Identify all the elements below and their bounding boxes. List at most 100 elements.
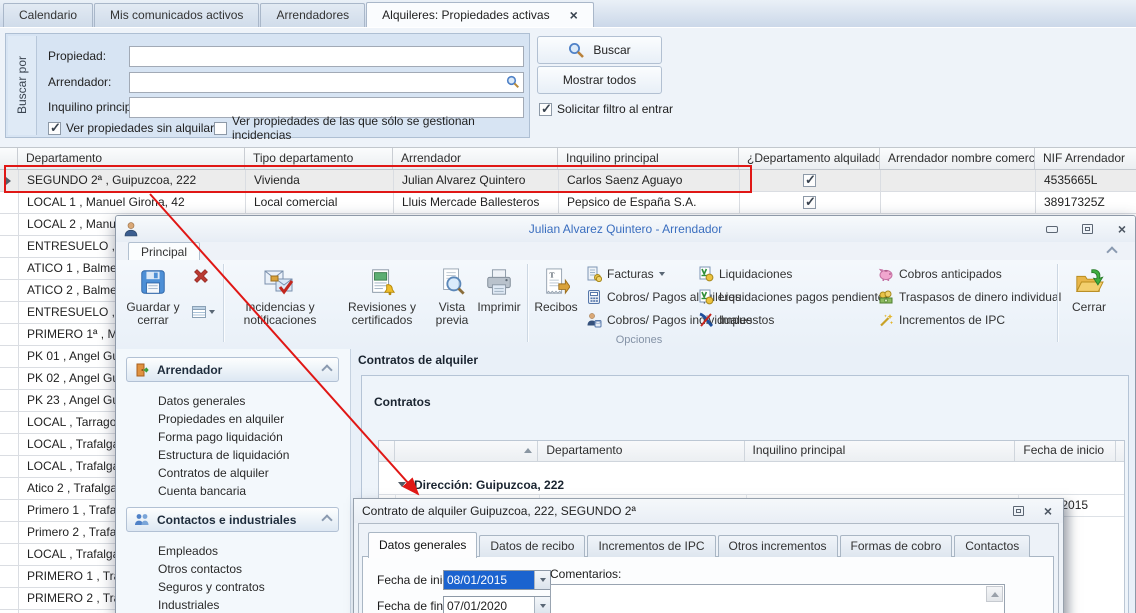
- dialog-close-button[interactable]: ×: [1040, 504, 1056, 518]
- tab-arrendadores[interactable]: Arrendadores: [260, 3, 366, 27]
- printer-icon: [484, 263, 514, 301]
- sidebar-item-estructura-de-liquidacion[interactable]: Estructura de liquidación: [158, 446, 289, 464]
- tab-calendario[interactable]: Calendario: [3, 3, 94, 27]
- ribbon-delete-button[interactable]: [184, 266, 218, 292]
- column-nif-arrendador[interactable]: NIF Arrendador: [1035, 148, 1136, 169]
- column-arrendador[interactable]: Arrendador: [393, 148, 558, 169]
- table-row[interactable]: LOCAL 1 , Manuel Girona, 42 Local comerc…: [0, 192, 1136, 214]
- collapse-ribbon-icon[interactable]: [1106, 246, 1118, 258]
- calculator-icon: [586, 289, 602, 305]
- ribbon-liquidaciones-pendientes-button[interactable]: Liquidaciones pagos pendientes: [698, 288, 890, 306]
- ribbon-incrementos-ipc-button[interactable]: Incrementos de IPC: [878, 311, 1005, 329]
- scroll-up-arrow-icon: [990, 591, 999, 597]
- ribbon-traspasos-button[interactable]: Traspasos de dinero individual: [878, 288, 1061, 306]
- tab-contactos[interactable]: Contactos: [954, 535, 1031, 557]
- checkbox-ver-sin-alquilar[interactable]: Ver propiedades sin alquilar: [48, 120, 214, 136]
- sidebar-item-forma-pago-liquidacion[interactable]: Forma pago liquidación: [158, 428, 283, 446]
- tab-otros-incrementos[interactable]: Otros incrementos: [717, 535, 838, 557]
- ribbon-cobros-anticipados-button[interactable]: Cobros anticipados: [878, 265, 1002, 283]
- tab-incrementos-de-ipc[interactable]: Incrementos de IPC: [587, 535, 716, 557]
- sidebar-item-empleados[interactable]: Empleados: [158, 542, 218, 560]
- dialog-title-bar[interactable]: Contrato de alquiler Guipuzcoa, 222, SEG…: [354, 499, 1063, 523]
- collapse-group-icon[interactable]: [398, 482, 406, 487]
- ribbon-vista-previa-button[interactable]: Vista previa: [428, 263, 476, 347]
- group-row-direccion[interactable]: Dirección: Guipuzcoa, 222: [379, 475, 1124, 495]
- dropdown-button[interactable]: [534, 571, 550, 589]
- ribbon-guardar-y-cerrar-button[interactable]: Guardar y cerrar: [125, 263, 181, 347]
- ribbon-facturas-button[interactable]: Facturas: [586, 265, 665, 283]
- dropdown-button[interactable]: [534, 597, 550, 613]
- properties-grid-header: Departamento Tipo departamento Arrendado…: [0, 147, 1136, 170]
- ribbon-recibos-button[interactable]: T Recibos: [530, 263, 582, 347]
- column-direccion[interactable]: [395, 441, 539, 461]
- window-title: Julian Alvarez Quintero - Arrendador: [528, 222, 723, 236]
- column-inquilino-principal[interactable]: Inquilino principal: [558, 148, 739, 169]
- collapse-group-icon[interactable]: [321, 363, 333, 376]
- fecha-fin-date-picker[interactable]: 07/01/2020: [443, 596, 551, 613]
- ribbon-liquidaciones-button[interactable]: Liquidaciones: [698, 265, 792, 283]
- revisions-certificates-icon: [367, 263, 397, 301]
- delete-x-icon: [191, 266, 211, 292]
- landlord-door-icon: [134, 362, 150, 378]
- mostrar-todos-button[interactable]: Mostrar todos: [537, 66, 662, 94]
- buscar-button[interactable]: Buscar: [537, 36, 662, 64]
- search-panel: Buscar por Propiedad: Arrendador: Inquil…: [5, 33, 530, 142]
- sidebar-item-industriales[interactable]: Industriales: [158, 596, 219, 613]
- dialog-restore-button[interactable]: [1010, 504, 1026, 518]
- sidebar-item-contratos-de-alquiler[interactable]: Contratos de alquiler: [158, 464, 269, 482]
- minimize-icon: [1046, 225, 1058, 233]
- ribbon-cerrar-button[interactable]: Cerrar: [1062, 263, 1116, 347]
- ribbon-view-dropdown-button[interactable]: [186, 302, 220, 322]
- sidebar-item-otros-contactos[interactable]: Otros contactos: [158, 560, 242, 578]
- navigation-sidebar: Arrendador Datos generales Propiedades e…: [116, 349, 351, 613]
- row-indicator-column: [0, 148, 18, 169]
- tab-mis-comunicados[interactable]: Mis comunicados activos: [94, 3, 260, 27]
- piggy-bank-icon: [878, 266, 894, 282]
- alquilado-checkbox[interactable]: [803, 172, 816, 188]
- fecha-inicio-date-picker[interactable]: 08/01/2015: [443, 570, 551, 590]
- tab-alquileres-propiedades-activas[interactable]: Alquileres: Propiedades activas ×: [366, 2, 594, 27]
- ribbon-incidencias-button[interactable]: Incidencias y notificaciones: [228, 263, 332, 347]
- tab-datos-de-recibo[interactable]: Datos de recibo: [479, 535, 586, 557]
- sidebar-item-seguros-y-contratos[interactable]: Seguros y contratos: [158, 578, 265, 596]
- checkbox-solicitar-filtro[interactable]: Solicitar filtro al entrar: [539, 101, 673, 117]
- ribbon-imprimir-button[interactable]: Imprimir: [474, 263, 524, 347]
- arrendador-input[interactable]: [129, 72, 524, 93]
- restore-button[interactable]: [1079, 222, 1095, 236]
- checkbox-solo-incidencias[interactable]: Ver propiedades de las que sólo se gesti…: [214, 114, 529, 142]
- arrendador-window: Julian Alvarez Quintero - Arrendador × P…: [115, 215, 1136, 613]
- close-button[interactable]: ×: [1114, 222, 1130, 236]
- dropdown-arrow-icon: [208, 310, 215, 314]
- alquilado-checkbox[interactable]: [803, 194, 816, 210]
- sidebar-group-arrendador[interactable]: Arrendador: [126, 357, 339, 382]
- ribbon-tab-row: Principal: [116, 242, 1135, 261]
- ribbon-separator: [223, 264, 224, 342]
- column-departamento[interactable]: Departamento: [18, 148, 245, 169]
- arrendador-lookup-icon[interactable]: [506, 75, 520, 89]
- ribbon-impuestos-button[interactable]: Impuestos: [698, 311, 774, 329]
- column-fecha-de-inicio[interactable]: Fecha de inicio: [1015, 441, 1116, 461]
- sidebar-item-propiedades-en-alquiler[interactable]: Propiedades en alquiler: [158, 410, 284, 428]
- contratos-grid-header: Departamento Inquilino principal Fecha d…: [379, 441, 1124, 462]
- column-departamento[interactable]: Departamento: [538, 441, 745, 461]
- column-departamento-alquilado[interactable]: ¿Departamento alquilado?: [739, 148, 880, 169]
- column-inquilino-principal[interactable]: Inquilino principal: [745, 441, 1016, 461]
- column-arrendador-nombre-comercial[interactable]: Arrendador nombre comercial: [880, 148, 1035, 169]
- tab-formas-de-cobro[interactable]: Formas de cobro: [839, 535, 953, 557]
- sidebar-item-cuenta-bancaria[interactable]: Cuenta bancaria: [158, 482, 246, 500]
- tab-close-icon[interactable]: ×: [570, 4, 578, 26]
- dialog-title: Contrato de alquiler Guipuzcoa, 222, SEG…: [362, 504, 636, 518]
- table-row[interactable]: SEGUNDO 2ª , Guipuzcoa, 222 Vivienda Jul…: [0, 170, 1136, 192]
- ribbon-revisiones-button[interactable]: Revisiones y certificados: [336, 263, 428, 347]
- tab-datos-generales[interactable]: Datos generales: [368, 532, 478, 558]
- comentarios-textarea[interactable]: [550, 584, 1005, 613]
- window-title-bar[interactable]: Julian Alvarez Quintero - Arrendador ×: [116, 216, 1135, 242]
- scroll-up-button[interactable]: [986, 586, 1003, 602]
- minimize-button[interactable]: [1044, 222, 1060, 236]
- ribbon-tab-principal[interactable]: Principal: [128, 242, 201, 261]
- column-tipo-departamento[interactable]: Tipo departamento: [245, 148, 393, 169]
- sidebar-group-contactos-e-industriales[interactable]: Contactos e industriales: [126, 507, 339, 532]
- sidebar-item-datos-generales[interactable]: Datos generales: [158, 392, 245, 410]
- propiedad-input[interactable]: [129, 46, 524, 67]
- collapse-group-icon[interactable]: [321, 513, 333, 526]
